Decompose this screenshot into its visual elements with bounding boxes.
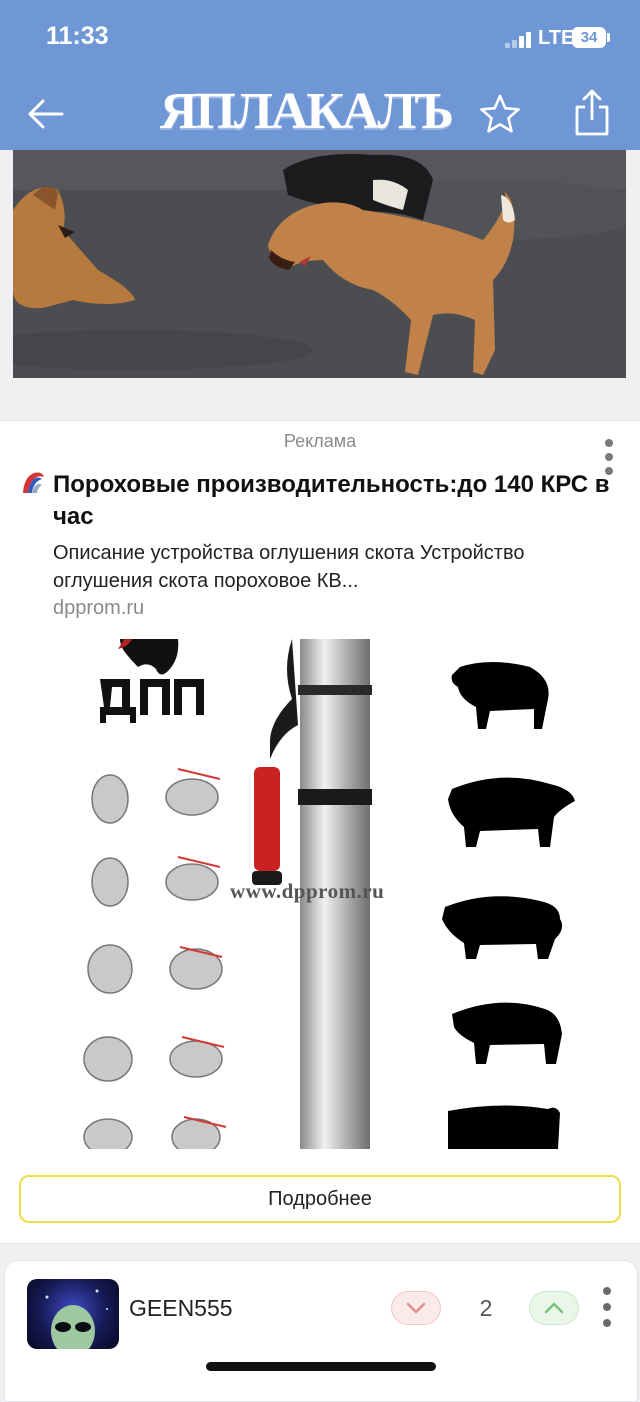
battery-tip [607, 33, 610, 42]
ad-favicon-icon [20, 469, 46, 495]
dot-icon [605, 439, 613, 447]
home-indicator[interactable] [206, 1362, 436, 1371]
ad-card[interactable]: Реклама Пороховые производительность:до … [0, 420, 640, 1244]
downvote-button[interactable] [391, 1291, 441, 1325]
dot-icon [603, 1303, 611, 1311]
signal-icon [505, 30, 535, 48]
alien-avatar-icon [45, 1289, 108, 1349]
upvote-button[interactable] [529, 1291, 579, 1325]
back-button[interactable] [24, 94, 68, 134]
star-icon [480, 94, 520, 133]
ad-domain[interactable]: dpprom.ru [53, 597, 144, 620]
comment-score: 2 [479, 1295, 493, 1321]
ad-description: Описание устройства оглушения скота Устр… [53, 542, 525, 592]
nav-bar: ЯПЛАКАЛЪ [0, 80, 640, 150]
network-label: LTE [538, 27, 575, 49]
dot-icon [605, 453, 613, 461]
comment-menu-button[interactable] [599, 1285, 615, 1331]
site-logo[interactable]: ЯПЛАКАЛЪ [160, 82, 454, 142]
comment-username[interactable]: GEEN555 [129, 1295, 233, 1322]
avatar[interactable] [27, 1279, 119, 1349]
dot-icon [603, 1287, 611, 1295]
battery-icon: 34 [572, 27, 606, 48]
post-photo[interactable] [13, 150, 626, 378]
dogs-photo [13, 150, 626, 378]
status-time: 11:33 [46, 22, 109, 50]
comment-card: GEEN555 2 [4, 1260, 638, 1402]
status-bar: 11:33 LTE 34 [0, 0, 640, 80]
dot-icon [603, 1319, 611, 1327]
ad-title[interactable]: Пороховые производительность:до 140 КРС … [53, 469, 613, 533]
arrow-left-icon [28, 99, 64, 129]
share-icon [575, 89, 609, 136]
ad-image[interactable]: www.dpprom.ru [60, 639, 600, 1149]
favorite-button[interactable] [478, 92, 522, 136]
more-button[interactable]: Подробнее [19, 1175, 621, 1223]
ad-image-watermark: www.dpprom.ru [230, 879, 385, 903]
ad-label: Реклама [283, 431, 357, 451]
chevron-down-icon [406, 1302, 426, 1314]
chevron-up-icon [544, 1302, 564, 1314]
share-button[interactable] [570, 88, 614, 138]
